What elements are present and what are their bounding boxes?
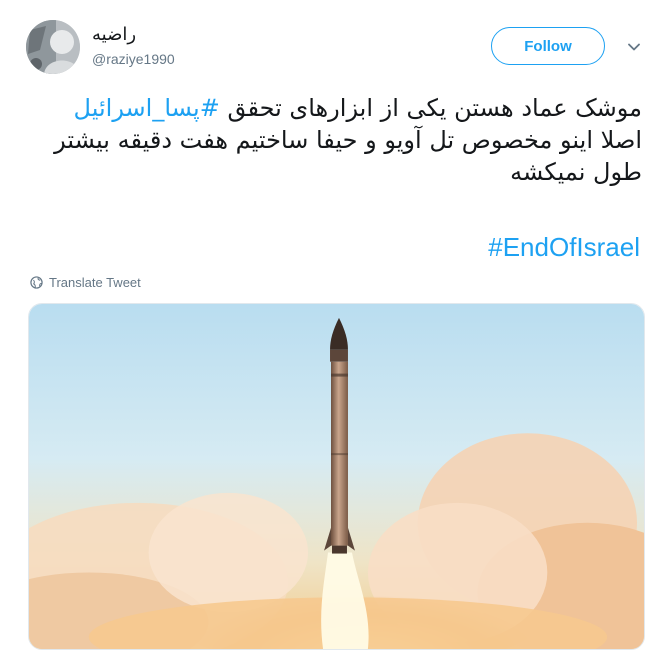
follow-button[interactable]: Follow <box>491 27 605 65</box>
translate-tweet-link[interactable]: Translate Tweet <box>30 275 141 290</box>
tweet-photo[interactable] <box>28 303 645 650</box>
chevron-down-icon[interactable] <box>625 38 643 56</box>
hashtag-link-fa[interactable]: #پسا_اسرائیل <box>74 94 220 122</box>
tweet-line-2: اصلا اینو مخصوص تل آویو و حیفا ساختیم هف… <box>54 126 642 154</box>
hashtag-link-endofisrael[interactable]: #EndOfIsrael <box>488 232 640 263</box>
tweet-line-1: موشک عماد هستن یکی از ابزارهای تحقق #پسا… <box>26 92 642 124</box>
tweet-text: موشک عماد هستن یکی از ابزارهای تحقق #پسا… <box>26 92 642 188</box>
avatar-image <box>26 20 80 74</box>
missile-launch-image <box>29 304 644 649</box>
user-handle[interactable]: @raziye1990 <box>92 51 175 67</box>
tweet-card: راضیه @raziye1990 Follow موشک عماد هستن … <box>0 0 670 658</box>
avatar[interactable] <box>26 20 80 74</box>
tweet-line-3: طول نمیکشه <box>510 158 642 186</box>
display-name[interactable]: راضیه <box>92 24 136 45</box>
translate-label: Translate Tweet <box>49 275 141 290</box>
tweet-line-1-text: موشک عماد هستن یکی از ابزارهای تحقق <box>219 94 642 122</box>
globe-icon <box>30 276 43 289</box>
